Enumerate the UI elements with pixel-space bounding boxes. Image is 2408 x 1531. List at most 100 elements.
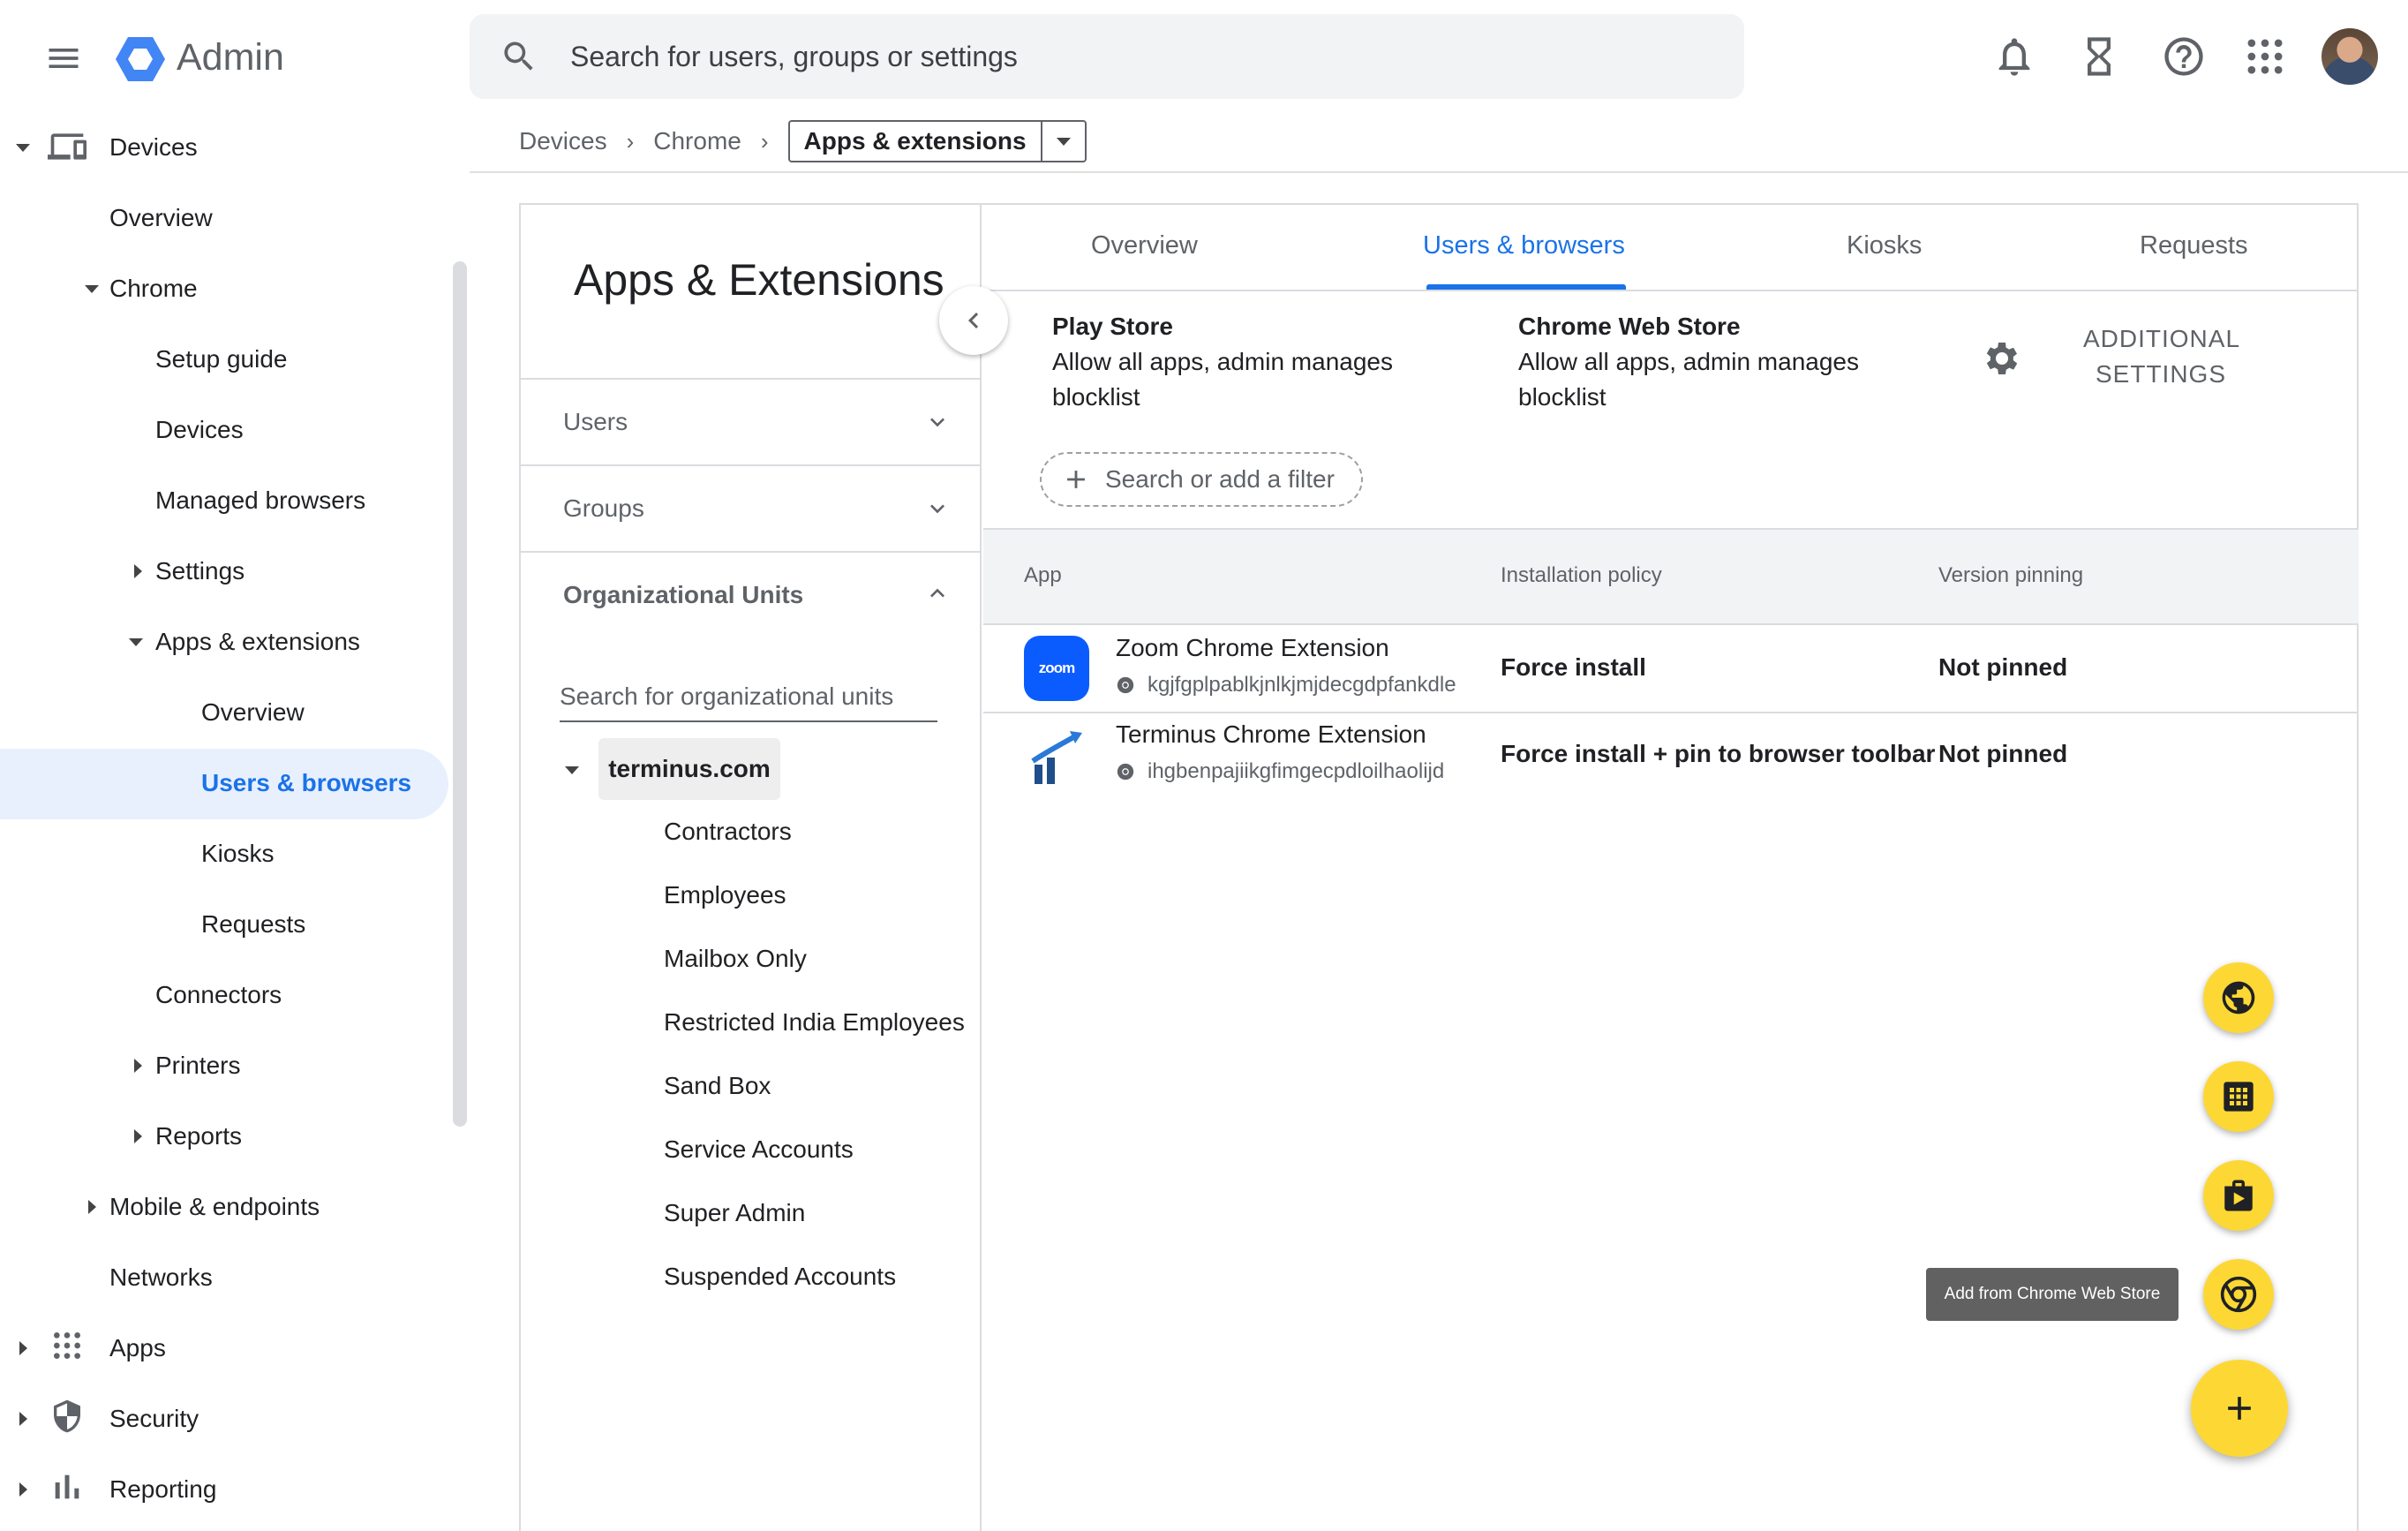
header-divider [470, 171, 2408, 173]
tasks-hourglass-icon[interactable] [2076, 34, 2122, 79]
sidebar-item-devices[interactable]: Devices [109, 112, 198, 183]
divider [521, 378, 982, 380]
breadcrumb: Devices › Chrome › Apps & extensions [519, 120, 1087, 162]
sidebar-item-devices-overview[interactable]: Overview [109, 183, 213, 253]
sidebar-item-networks[interactable]: Networks [109, 1242, 213, 1313]
add-from-url-button[interactable] [2203, 962, 2274, 1033]
breadcrumb-chrome[interactable]: Chrome [653, 127, 741, 155]
sidebar-item-apps-extensions[interactable]: Apps & extensions [155, 607, 360, 677]
column-header-app[interactable]: App [1024, 563, 1062, 588]
app-title: Admin [177, 36, 284, 79]
breadcrumb-current-label: Apps & extensions [803, 127, 1027, 155]
tab-requests[interactable]: Requests [2140, 231, 2248, 260]
ou-item[interactable]: Mailbox Only [664, 945, 807, 973]
tab-overview[interactable]: Overview [1091, 231, 1198, 260]
ou-item[interactable]: Contractors [664, 818, 792, 846]
chevron-down-icon[interactable] [923, 408, 952, 436]
page-title: Apps & Extensions [574, 255, 944, 305]
expand-arrow-icon[interactable] [19, 1341, 27, 1355]
accordion-groups-label[interactable]: Groups [563, 494, 644, 523]
breadcrumb-separator-icon: › [626, 127, 635, 155]
reporting-bar-icon [49, 1469, 85, 1505]
expand-arrow-icon[interactable] [88, 1200, 96, 1214]
app-name[interactable]: Terminus Chrome Extension [1116, 720, 1426, 749]
sidebar-item-users-browsers[interactable]: Users & browsers [201, 748, 411, 818]
expand-arrow-icon[interactable] [134, 1059, 142, 1073]
expand-arrow-icon[interactable] [129, 638, 143, 646]
search-icon[interactable] [500, 37, 538, 76]
add-filter-label: Search or add a filter [1105, 465, 1335, 493]
expand-arrow-icon[interactable] [19, 1482, 27, 1497]
expand-arrow-icon[interactable] [85, 285, 99, 293]
version-pinning[interactable]: Not pinned [1938, 740, 2067, 768]
divider [521, 551, 982, 553]
tab-kiosks[interactable]: Kiosks [1847, 231, 1922, 260]
sidebar-item-managed-browsers[interactable]: Managed browsers [155, 465, 365, 536]
breadcrumb-current-selector[interactable]: Apps & extensions [787, 120, 1087, 162]
sidebar-item-apps-overview[interactable]: Overview [201, 677, 305, 748]
expand-arrow-icon[interactable] [134, 1129, 142, 1143]
admin-logo-icon[interactable] [115, 35, 166, 83]
chevron-down-icon[interactable] [1040, 122, 1085, 161]
collapse-panel-button[interactable] [939, 286, 1008, 355]
sidebar-item-printers[interactable]: Printers [155, 1030, 240, 1101]
accordion-ou-label[interactable]: Organizational Units [563, 581, 803, 609]
column-header-version-pinning[interactable]: Version pinning [1938, 563, 2083, 588]
add-from-play-store-button[interactable] [2203, 1160, 2274, 1231]
globe-icon [2222, 981, 2255, 1014]
help-icon[interactable] [2161, 34, 2207, 79]
apps-launcher-icon[interactable] [2242, 34, 2288, 79]
plus-icon [1067, 471, 1085, 488]
sidebar-item-reports[interactable]: Reports [155, 1101, 242, 1172]
sidebar-item-kiosks[interactable]: Kiosks [201, 818, 274, 889]
sidebar-item-security[interactable]: Security [109, 1384, 199, 1454]
sidebar-item-requests[interactable]: Requests [201, 889, 305, 960]
expand-arrow-icon[interactable] [134, 564, 142, 578]
ou-item[interactable]: Employees [664, 881, 786, 909]
chevron-down-icon[interactable] [923, 494, 952, 523]
sidebar-item-setup-guide[interactable]: Setup guide [155, 324, 287, 395]
gear-icon[interactable] [1981, 337, 2023, 380]
installation-policy[interactable]: Force install [1501, 653, 1646, 682]
expand-arrow-icon[interactable] [565, 766, 579, 774]
ou-item[interactable]: Super Admin [664, 1199, 805, 1227]
installation-policy[interactable]: Force install + pin to browser toolbar [1501, 740, 1935, 768]
sidebar-item-chrome[interactable]: Chrome [109, 253, 198, 324]
ou-item[interactable]: Suspended Accounts [664, 1263, 896, 1291]
chrome-icon [2220, 1276, 2257, 1313]
play-store-policy: Allow all apps, admin manages [1052, 348, 1393, 375]
additional-settings-button[interactable]: ADDITIONAL SETTINGS [2083, 321, 2239, 392]
breadcrumb-devices[interactable]: Devices [519, 127, 607, 155]
chevron-left-icon [968, 313, 979, 328]
ou-item[interactable]: Restricted India Employees [664, 1008, 965, 1037]
sidebar-item-chrome-devices[interactable]: Devices [155, 395, 244, 465]
expand-arrow-icon[interactable] [19, 1412, 27, 1426]
version-pinning[interactable]: Not pinned [1938, 653, 2067, 682]
add-from-chrome-web-store-button[interactable] [2203, 1259, 2274, 1330]
sidebar-item-mobile-endpoints[interactable]: Mobile & endpoints [109, 1172, 320, 1242]
sidebar-item-reporting[interactable]: Reporting [109, 1454, 216, 1525]
sidebar-scrollbar[interactable] [453, 261, 467, 1127]
add-app-fab[interactable] [2191, 1360, 2288, 1457]
global-search-input[interactable] [570, 30, 1718, 83]
add-filter-chip[interactable]: Search or add a filter [1040, 452, 1363, 507]
chevron-up-icon[interactable] [923, 579, 952, 607]
tab-users-browsers[interactable]: Users & browsers [1423, 231, 1625, 260]
plus-icon [2228, 1397, 2251, 1420]
notifications-bell-icon[interactable] [1991, 34, 2037, 79]
ou-item[interactable]: Sand Box [664, 1072, 771, 1100]
accordion-users-label[interactable]: Users [563, 408, 628, 436]
ou-root-terminus[interactable]: terminus.com [598, 738, 780, 800]
ou-item[interactable]: Service Accounts [664, 1135, 854, 1164]
sidebar-item-settings[interactable]: Settings [155, 536, 245, 607]
add-android-app-button[interactable] [2203, 1061, 2274, 1132]
main-menu-icon[interactable] [44, 39, 83, 78]
apps-grid-icon [2224, 1082, 2254, 1112]
ou-search-input[interactable] [560, 673, 937, 722]
app-name[interactable]: Zoom Chrome Extension [1116, 634, 1389, 662]
user-avatar[interactable] [2321, 28, 2378, 85]
expand-arrow-icon[interactable] [16, 144, 30, 152]
column-header-installation-policy[interactable]: Installation policy [1501, 563, 1662, 588]
sidebar-item-apps[interactable]: Apps [109, 1313, 166, 1384]
sidebar-item-connectors[interactable]: Connectors [155, 960, 282, 1030]
